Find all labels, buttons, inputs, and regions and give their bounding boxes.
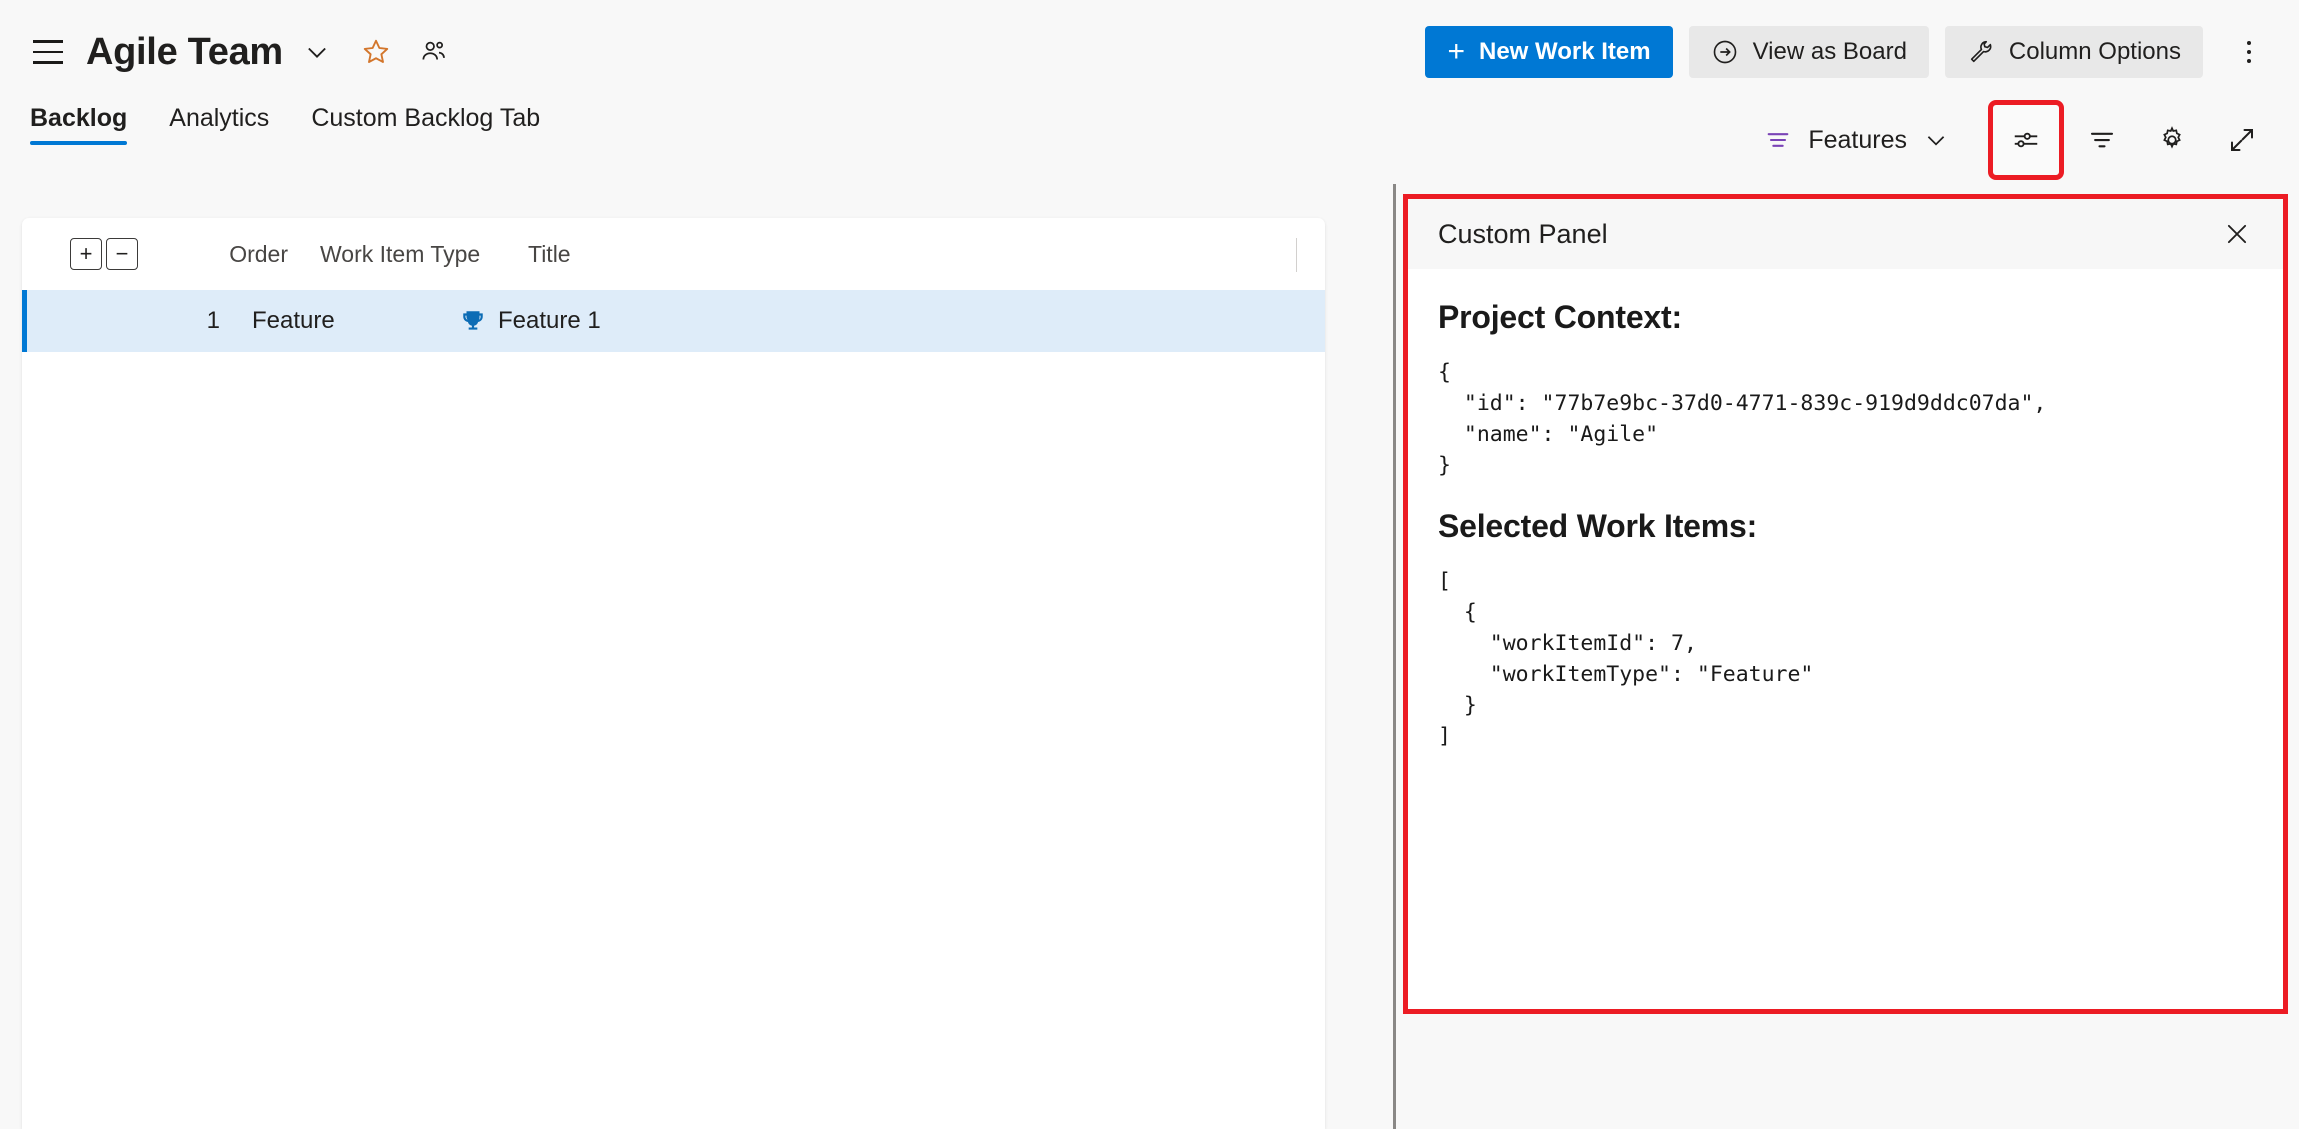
column-options-label: Column Options bbox=[2008, 38, 2181, 65]
column-options-button[interactable]: Column Options bbox=[1944, 26, 2203, 78]
page-header: Agile Team + New Work Item View as Board… bbox=[0, 0, 2299, 104]
custom-panel: Custom Panel Project Context: { "id": "7… bbox=[1403, 194, 2288, 1014]
tab-list: Backlog Analytics Custom Backlog Tab bbox=[30, 104, 582, 145]
project-context-heading: Project Context: bbox=[1438, 299, 1682, 335]
collapse-all-button[interactable]: − bbox=[106, 238, 138, 270]
wrench-icon bbox=[1967, 38, 1995, 66]
gear-icon[interactable] bbox=[2145, 113, 2199, 167]
table-row[interactable]: 1 Feature Feature 1 bbox=[22, 290, 1325, 352]
view-as-board-button[interactable]: View as Board bbox=[1688, 26, 1929, 78]
header-actions: + New Work Item View as Board Column Opt… bbox=[1425, 0, 2299, 104]
close-icon[interactable] bbox=[2217, 214, 2257, 254]
custom-panel-header: Custom Panel bbox=[1408, 199, 2283, 269]
backlog-levels-icon bbox=[1764, 126, 1792, 154]
panel-splitter[interactable] bbox=[1393, 184, 1396, 1129]
arrow-circle-right-icon bbox=[1711, 38, 1739, 66]
selected-work-items-heading: Selected Work Items: bbox=[1438, 507, 1758, 544]
selected-work-items-json: [ { "workItemId": 7, "workItemType": "Fe… bbox=[1438, 568, 1814, 749]
trophy-icon bbox=[460, 308, 486, 334]
view-options-sliders-icon[interactable] bbox=[1988, 100, 2064, 180]
cell-order: 1 bbox=[206, 307, 220, 334]
expand-collapse-group: + − bbox=[70, 238, 138, 270]
cell-title: Feature 1 bbox=[420, 307, 601, 335]
hamburger-icon[interactable] bbox=[28, 32, 68, 72]
cell-title-text: Feature 1 bbox=[498, 307, 601, 334]
expand-diagonal-icon[interactable] bbox=[2215, 113, 2269, 167]
backlog-level-label: Features bbox=[1808, 125, 1907, 154]
column-header-work-item-type[interactable]: Work Item Type bbox=[288, 241, 488, 268]
chevron-down-icon[interactable] bbox=[303, 38, 331, 66]
tabs-row: Backlog Analytics Custom Backlog Tab Fea… bbox=[0, 100, 2299, 180]
backlog-grid: + − Order Work Item Type Title 1 Feature… bbox=[22, 218, 1325, 1129]
filter-icon[interactable] bbox=[2075, 113, 2129, 167]
column-divider-right bbox=[1296, 238, 1297, 272]
new-work-item-label: New Work Item bbox=[1479, 38, 1651, 65]
view-as-board-label: View as Board bbox=[1752, 38, 1907, 65]
devops-backlog-page: Agile Team + New Work Item View as Board… bbox=[0, 0, 2299, 1129]
project-context-json: { "id": "77b7e9bc-37d0-4771-839c-919d9dd… bbox=[1438, 360, 2047, 478]
custom-panel-body: Project Context: { "id": "77b7e9bc-37d0-… bbox=[1408, 269, 2283, 1009]
custom-panel-title: Custom Panel bbox=[1438, 218, 1608, 249]
expand-all-button[interactable]: + bbox=[70, 238, 102, 270]
tab-backlog[interactable]: Backlog bbox=[30, 104, 128, 145]
chevron-down-icon bbox=[1923, 127, 1949, 153]
column-header-title[interactable]: Title bbox=[488, 241, 571, 268]
plus-icon: + bbox=[1447, 35, 1465, 68]
backlog-toolbar: Features bbox=[1764, 100, 2299, 180]
cell-work-item-type: Feature bbox=[252, 307, 335, 334]
people-icon[interactable] bbox=[419, 37, 449, 67]
grid-header-row: + − Order Work Item Type Title bbox=[22, 218, 1325, 290]
new-work-item-button[interactable]: + New Work Item bbox=[1425, 26, 1673, 78]
backlog-level-selector[interactable]: Features bbox=[1764, 126, 1949, 155]
column-header-order[interactable]: Order bbox=[138, 241, 288, 268]
tab-analytics[interactable]: Analytics bbox=[169, 104, 269, 145]
tab-custom-backlog-tab[interactable]: Custom Backlog Tab bbox=[311, 104, 540, 145]
more-vertical-icon[interactable] bbox=[2227, 26, 2271, 78]
star-icon[interactable] bbox=[361, 37, 391, 67]
page-title: Agile Team bbox=[86, 30, 283, 73]
